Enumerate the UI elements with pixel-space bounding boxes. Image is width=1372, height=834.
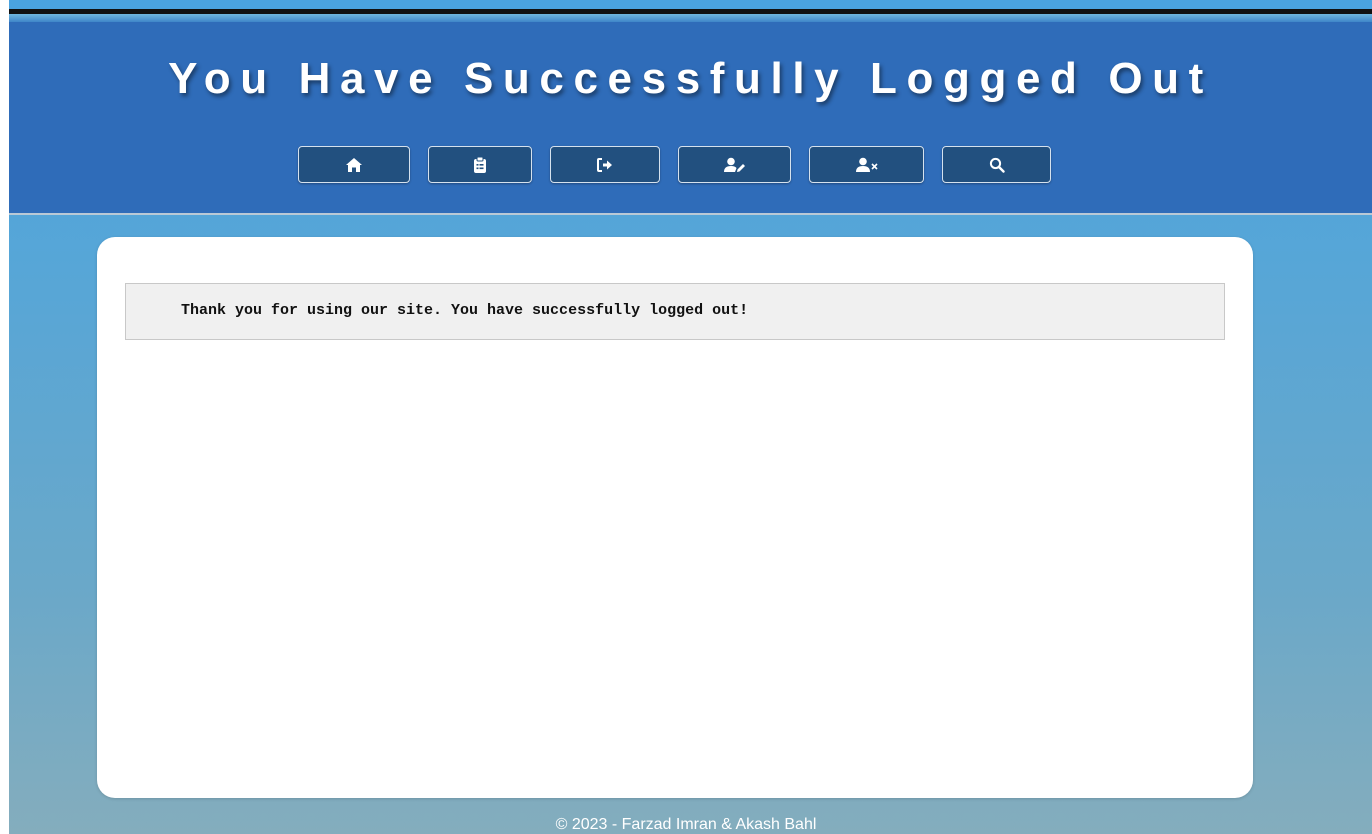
logout-message-box: Thank you for using our site. You have s… — [125, 283, 1225, 340]
main-content-card: Thank you for using our site. You have s… — [97, 237, 1253, 798]
page-header: You Have Successfully Logged Out — [9, 22, 1372, 215]
logout-message: Thank you for using our site. You have s… — [181, 302, 749, 319]
nav-search-button[interactable] — [942, 146, 1051, 183]
nav-clipboard-button[interactable] — [428, 146, 532, 183]
left-edge — [0, 0, 9, 834]
user-remove-icon — [855, 157, 878, 173]
top-accent-strip — [9, 14, 1372, 22]
nav-delete-account-button[interactable] — [809, 146, 924, 183]
nav-login-button[interactable] — [550, 146, 660, 183]
footer-copyright: © 2023 - Farzad Imran & Akash Bahl — [555, 816, 817, 833]
home-icon — [345, 157, 363, 173]
nav-home-button[interactable] — [298, 146, 410, 183]
page-title: You Have Successfully Logged Out — [168, 54, 1213, 103]
nav-register-button[interactable] — [678, 146, 791, 183]
clipboard-list-icon — [473, 156, 487, 174]
search-icon — [989, 157, 1005, 173]
user-edit-icon — [723, 157, 746, 173]
sign-in-icon — [597, 157, 613, 172]
